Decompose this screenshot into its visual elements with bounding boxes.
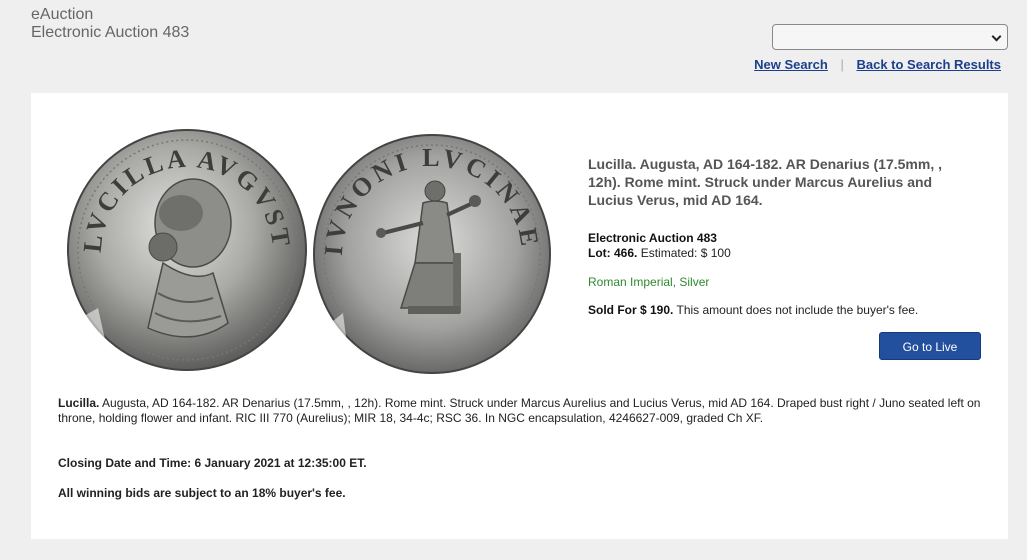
link-separator: | — [840, 57, 844, 72]
lot-info: Lucilla. Augusta, AD 164-182. AR Denariu… — [588, 155, 978, 317]
buyers-fee-note: All winning bids are subject to an 18% b… — [58, 486, 346, 500]
lot-estimate: Estimated: $ 100 — [640, 246, 731, 260]
auction-label: Electronic Auction 483 — [588, 231, 717, 245]
sold-note: This amount does not include the buyer's… — [676, 303, 919, 317]
auction-name: Electronic Auction 483 — [31, 24, 190, 41]
auction-select-dropdown[interactable] — [772, 24, 1008, 50]
obverse-coin-image: LVCILLA AVGVSTA — [63, 123, 311, 371]
lot-number: Lot: 466. — [588, 246, 638, 260]
coin-images: LVCILLA AVGVSTA I — [63, 123, 561, 378]
description-body: Augusta, AD 164-182. AR Denarius (17.5mm… — [58, 396, 981, 425]
closing-date: Closing Date and Time: 6 January 2021 at… — [58, 456, 367, 470]
lot-category: Roman Imperial, Silver — [588, 275, 710, 289]
page: eAuction Electronic Auction 483 New Sear… — [0, 0, 1027, 560]
lot-title: Lucilla. Augusta, AD 164-182. AR Denariu… — [588, 156, 942, 208]
back-to-results-link[interactable]: Back to Search Results — [856, 57, 1001, 72]
sold-info: Sold For $ 190. This amount does not inc… — [588, 303, 978, 317]
lot-description: Lucilla. Augusta, AD 164-182. AR Denariu… — [58, 396, 988, 426]
new-search-link[interactable]: New Search — [754, 57, 828, 72]
lot-card: LVCILLA AVGVSTA I — [31, 93, 1008, 539]
sold-price: Sold For $ 190. — [588, 303, 674, 317]
brand-header: eAuction Electronic Auction 483 — [31, 6, 189, 42]
description-lead: Lucilla. — [58, 396, 100, 410]
search-nav-links: New Search | Back to Search Results — [754, 57, 1001, 72]
go-to-live-button[interactable]: Go to Live — [879, 332, 981, 360]
lot-meta: Electronic Auction 483 Lot: 466. Estimat… — [588, 231, 978, 261]
chevron-down-icon — [991, 31, 1002, 42]
site-name: eAuction — [31, 6, 94, 23]
reverse-coin-image: IVNONI LVCINAE — [313, 134, 558, 374]
